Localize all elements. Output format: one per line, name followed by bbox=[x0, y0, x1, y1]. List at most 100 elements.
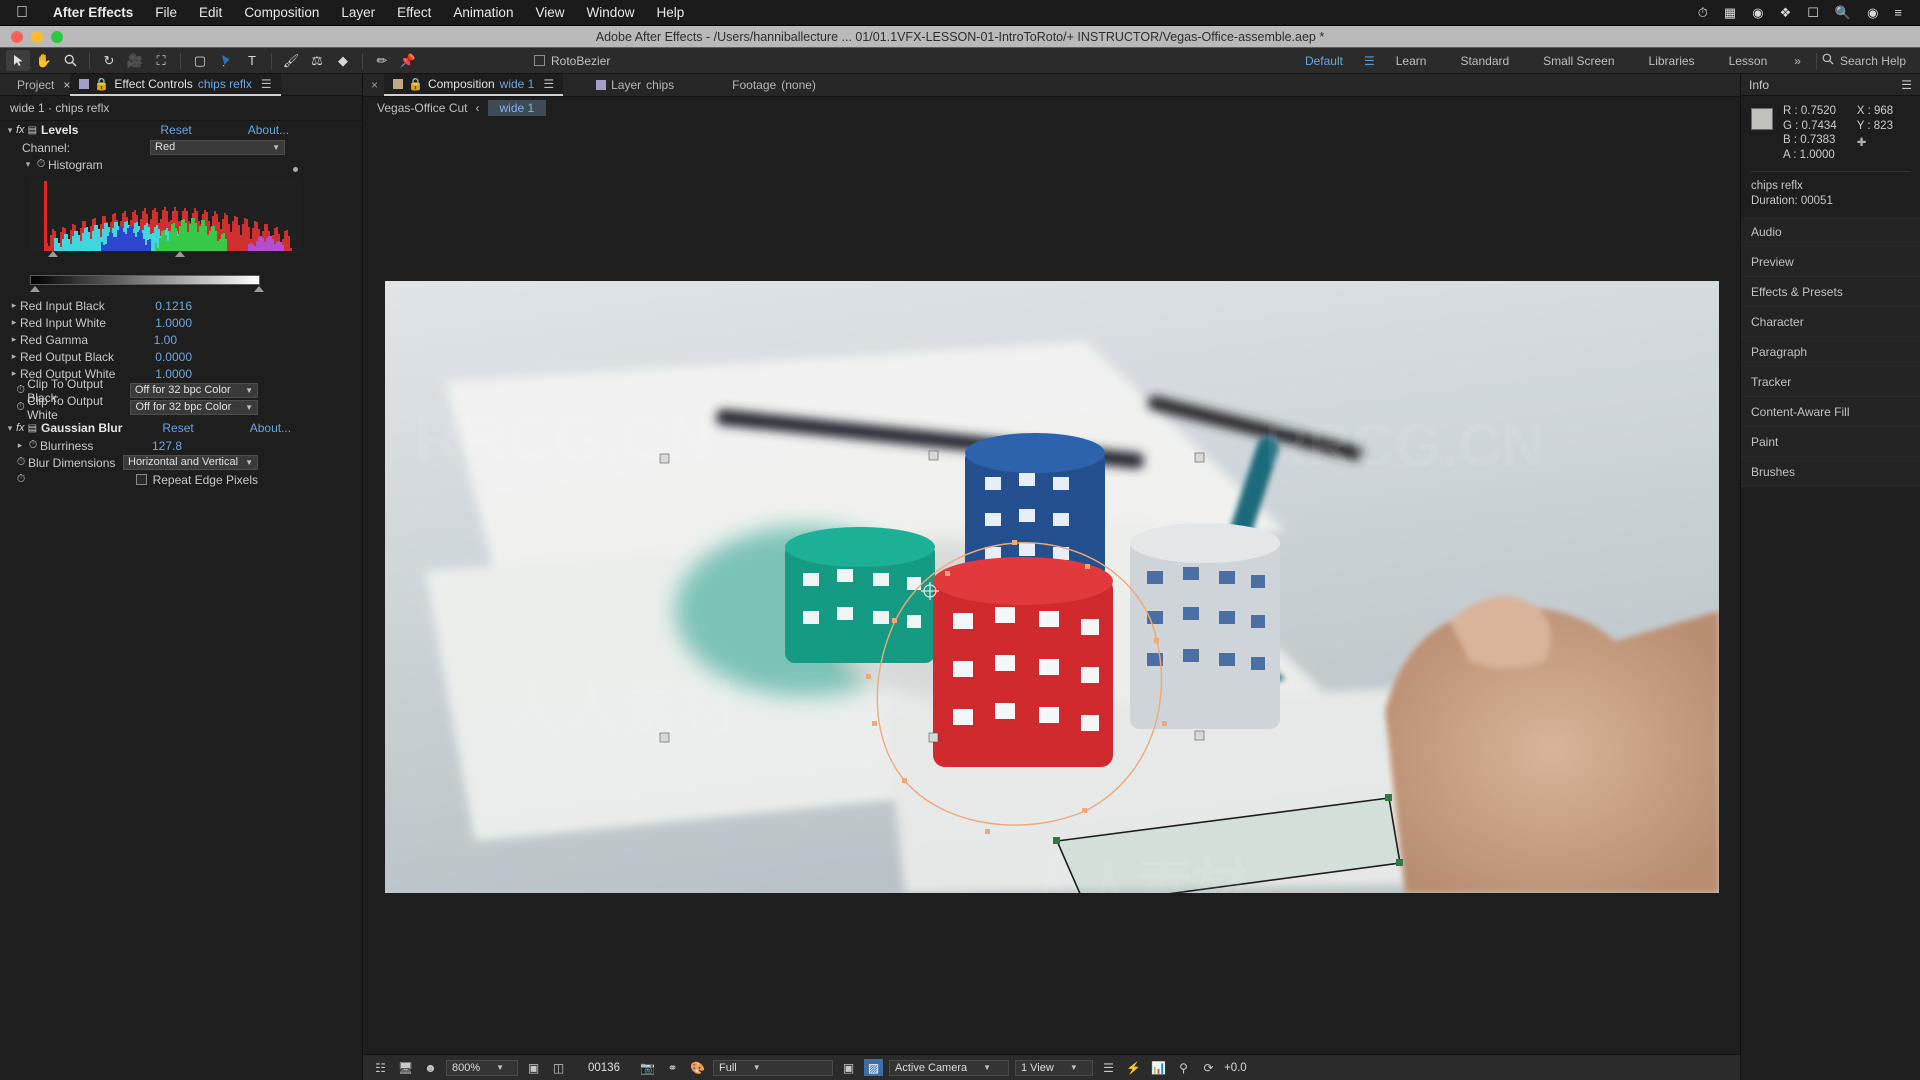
effect-gaussian-blur-about[interactable]: About... bbox=[250, 421, 291, 435]
effect-levels-reset[interactable]: Reset bbox=[160, 123, 191, 137]
stopwatch-icon[interactable]: ⏱ bbox=[14, 456, 28, 469]
histogram-black-handle[interactable] bbox=[48, 251, 58, 257]
siri-icon[interactable]: ◉ bbox=[1859, 5, 1886, 21]
panel-brushes[interactable]: Brushes bbox=[1741, 457, 1920, 487]
tab-layer[interactable]: Layer chips bbox=[587, 74, 683, 96]
chevron-down-icon[interactable]: ▾ bbox=[22, 159, 34, 170]
close-tab-icon[interactable]: × bbox=[63, 78, 70, 92]
property-red-output-black-value[interactable]: 0.0000 bbox=[155, 350, 192, 364]
stopwatch-icon[interactable]: ⏱ bbox=[14, 401, 27, 414]
menu-edit[interactable]: Edit bbox=[188, 5, 233, 20]
menu-help[interactable]: Help bbox=[646, 5, 696, 20]
stopwatch-icon[interactable]: ⏱ bbox=[14, 384, 27, 397]
histogram-graphic[interactable] bbox=[0, 167, 362, 292]
tab-effect-controls[interactable]: 🔒 Effect Controls chips reflx ☰ bbox=[70, 73, 281, 96]
close-window-button[interactable] bbox=[11, 30, 23, 43]
roto-brush-tool[interactable]: ✏ bbox=[370, 50, 394, 71]
control-center-icon[interactable]: ≡ bbox=[1886, 5, 1910, 20]
show-snapshot-icon[interactable]: ⚭ bbox=[663, 1059, 682, 1076]
tab-composition[interactable]: 🔒 Composition wide 1 ☰ bbox=[384, 74, 564, 96]
always-preview-icon[interactable]: ☷ bbox=[371, 1059, 390, 1076]
brush-tool[interactable]: 🖌 bbox=[279, 50, 303, 71]
effect-gaussian-blur-reset[interactable]: Reset bbox=[162, 421, 193, 435]
minimize-window-button[interactable] bbox=[31, 30, 43, 43]
property-blur-dimensions-select[interactable]: Horizontal and Vertical ▼ bbox=[123, 455, 258, 470]
property-channel-select[interactable]: Red ▼ bbox=[150, 140, 286, 155]
panel-menu-icon[interactable]: ☰ bbox=[1901, 78, 1912, 92]
workspace-standard[interactable]: Standard bbox=[1443, 54, 1526, 68]
close-composition-tab-icon[interactable]: × bbox=[371, 78, 378, 92]
screen-icon[interactable]: ▦ bbox=[1716, 5, 1744, 21]
menu-after-effects[interactable]: After Effects bbox=[42, 5, 144, 20]
transparency-grid-icon[interactable]: ▣ bbox=[839, 1059, 858, 1076]
puppet-pin-tool[interactable]: 📌 bbox=[396, 50, 420, 71]
chevron-right-icon[interactable]: ▸ bbox=[8, 351, 20, 362]
shape-tool[interactable]: ▢ bbox=[188, 50, 212, 71]
window-controls[interactable] bbox=[0, 30, 63, 43]
workspace-libraries[interactable]: Libraries bbox=[1632, 54, 1712, 68]
reset-exposure-icon[interactable]: ⟳ bbox=[1199, 1059, 1218, 1076]
menu-window[interactable]: Window bbox=[576, 5, 646, 20]
panel-content-aware-fill[interactable]: Content-Aware Fill bbox=[1741, 397, 1920, 427]
panel-paint[interactable]: Paint bbox=[1741, 427, 1920, 457]
timeline-icon[interactable]: 📊 bbox=[1149, 1059, 1168, 1076]
composition-viewer[interactable]: RRCG.CN 人人素材 人人素材 RRCG.CN bbox=[363, 119, 1740, 1054]
composition-canvas[interactable]: RRCG.CN 人人素材 人人素材 RRCG.CN bbox=[384, 280, 1719, 893]
grid-icon[interactable]: ▣ bbox=[524, 1059, 543, 1076]
region-of-interest-icon[interactable]: ◫ bbox=[549, 1059, 568, 1076]
dropbox-icon[interactable]: ❖ bbox=[1772, 5, 1800, 21]
effect-levels-about[interactable]: About... bbox=[248, 123, 289, 137]
resolution-select[interactable]: Full ▼ bbox=[712, 1059, 833, 1076]
search-help-box[interactable]: Search Help bbox=[1822, 53, 1912, 68]
chevron-right-icon[interactable]: ▸ bbox=[8, 334, 20, 345]
effect-toggle-icon[interactable]: ▤ bbox=[28, 423, 37, 434]
property-blurriness-value[interactable]: 127.8 bbox=[152, 439, 182, 453]
chevron-down-icon[interactable]: ▾ bbox=[4, 423, 16, 434]
workspace-lesson[interactable]: Lesson bbox=[1712, 54, 1785, 68]
menu-composition[interactable]: Composition bbox=[233, 5, 330, 20]
panel-menu-icon[interactable]: ☰ bbox=[261, 77, 272, 91]
tab-project[interactable]: Project bbox=[8, 74, 63, 96]
views-select[interactable]: 1 View ▼ bbox=[1014, 1059, 1093, 1076]
panel-menu-icon[interactable]: ☰ bbox=[543, 77, 554, 91]
workspace-overflow-icon[interactable]: » bbox=[1784, 54, 1811, 68]
camera-tool[interactable]: 🎥 bbox=[123, 50, 147, 71]
view-mode-select[interactable]: Active Camera ▼ bbox=[888, 1059, 1009, 1076]
mask-view-icon[interactable]: ☻ bbox=[421, 1059, 440, 1076]
hand-tool[interactable]: ✋ bbox=[32, 50, 56, 71]
workspace-small-screen[interactable]: Small Screen bbox=[1526, 54, 1631, 68]
rotation-tool[interactable]: ↻ bbox=[97, 50, 121, 71]
breadcrumb-current[interactable]: wide 1 bbox=[487, 100, 547, 116]
property-clip-output-white-select[interactable]: Off for 32 bpc Color ▼ bbox=[130, 400, 258, 415]
zoom-tool[interactable] bbox=[58, 50, 82, 71]
property-red-input-black-value[interactable]: 0.1216 bbox=[155, 299, 192, 313]
type-tool[interactable]: T bbox=[240, 50, 264, 71]
effect-toggle-icon[interactable]: ▤ bbox=[28, 125, 37, 136]
output-black-handle[interactable] bbox=[30, 286, 40, 292]
display-icon[interactable]: ☐ bbox=[1799, 5, 1827, 21]
toggle-mask-icon[interactable]: ▨ bbox=[863, 1059, 883, 1076]
chevron-right-icon[interactable]: ▸ bbox=[14, 440, 26, 451]
pixel-aspect-icon[interactable]: ☰ bbox=[1099, 1059, 1118, 1076]
channel-icon[interactable]: 🎨 bbox=[688, 1059, 707, 1076]
workspace-learn[interactable]: Learn bbox=[1379, 54, 1444, 68]
output-white-handle[interactable] bbox=[254, 286, 264, 292]
breadcrumb-root[interactable]: Vegas-Office Cut bbox=[377, 101, 468, 115]
chevron-right-icon[interactable]: ▸ bbox=[8, 300, 20, 311]
property-red-input-white-value[interactable]: 1.0000 bbox=[155, 316, 192, 330]
panel-character[interactable]: Character bbox=[1741, 307, 1920, 337]
eraser-tool[interactable]: ◆ bbox=[331, 50, 355, 71]
property-red-output-white-value[interactable]: 1.0000 bbox=[155, 367, 192, 381]
effect-levels-header[interactable]: ▾ fx ▤ Levels Reset About... bbox=[0, 121, 362, 139]
rotobezier-option[interactable]: RotoBezier bbox=[534, 54, 610, 68]
panel-paragraph[interactable]: Paragraph bbox=[1741, 337, 1920, 367]
stopwatch-icon[interactable]: ⏱ bbox=[34, 158, 48, 171]
clock-icon[interactable]: ⏱ bbox=[1690, 5, 1716, 21]
effect-gaussian-blur-header[interactable]: ▾ fx ▤ Gaussian Blur Reset About... bbox=[0, 419, 362, 437]
comp-timecode[interactable]: 00136 bbox=[588, 1062, 620, 1074]
menu-effect[interactable]: Effect bbox=[386, 5, 442, 20]
clone-stamp-tool[interactable]: ⚖ bbox=[305, 50, 329, 71]
tab-footage[interactable]: Footage (none) bbox=[723, 74, 825, 96]
panel-tracker[interactable]: Tracker bbox=[1741, 367, 1920, 397]
menu-layer[interactable]: Layer bbox=[330, 5, 386, 20]
